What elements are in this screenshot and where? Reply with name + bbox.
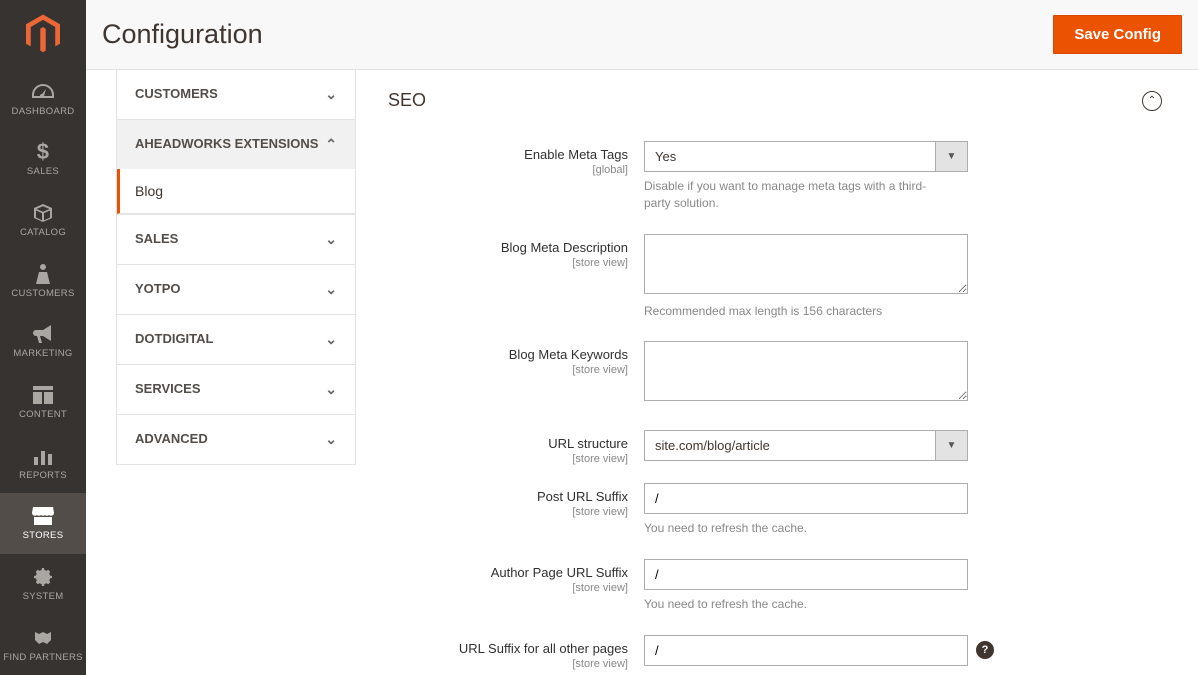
label-blog-meta-keywords: Blog Meta Keywords	[388, 347, 628, 362]
config-form: SEO ⌃ Enable Meta Tags [global] Yes ▼ Di…	[388, 70, 1198, 675]
nav-marketing[interactable]: MARKETING	[0, 311, 86, 372]
dropdown-toggle-icon: ▼	[936, 430, 968, 461]
config-tab-aheadworks[interactable]: AHEADWORKS EXTENSIONS ⌃	[117, 120, 355, 169]
input-author-page-url-suffix[interactable]	[644, 559, 968, 590]
person-icon	[36, 263, 50, 285]
scope-enable-meta-tags: [global]	[388, 164, 628, 176]
scope-blog-meta-keywords: [store view]	[388, 364, 628, 376]
config-section-advanced: ADVANCED ⌄	[117, 415, 355, 464]
nav-reports[interactable]: REPORTS	[0, 432, 86, 493]
note-enable-meta-tags: Disable if you want to manage meta tags …	[644, 178, 948, 212]
collapse-section-button[interactable]: ⌃	[1142, 91, 1162, 111]
box-icon	[33, 202, 53, 224]
config-tab-sales[interactable]: SALES ⌄	[117, 215, 355, 264]
chevron-up-icon: ⌃	[325, 136, 337, 153]
nav-system[interactable]: SYSTEM	[0, 554, 86, 615]
chevron-down-icon: ⌄	[325, 86, 337, 103]
field-blog-meta-description: Blog Meta Description [store view] Recom…	[388, 234, 1162, 334]
save-config-button[interactable]: Save Config	[1053, 15, 1182, 54]
page-header: Configuration Save Config	[86, 0, 1198, 70]
nav-dashboard[interactable]: DASHBOARD	[0, 68, 86, 129]
magento-logo[interactable]	[0, 0, 86, 68]
bullhorn-icon	[33, 323, 53, 345]
field-url-suffix-other: URL Suffix for all other pages [store vi…	[388, 635, 1162, 670]
section-header-row: SEO ⌃	[388, 90, 1162, 111]
note-author-page-url-suffix: You need to refresh the cache.	[644, 596, 948, 613]
chevron-down-icon: ⌄	[325, 281, 337, 298]
scope-post-url-suffix: [store view]	[388, 506, 628, 518]
scope-url-structure: [store view]	[388, 453, 628, 465]
scope-url-suffix-other: [store view]	[388, 658, 628, 670]
chevron-down-icon: ⌄	[325, 381, 337, 398]
field-blog-meta-keywords: Blog Meta Keywords [store view]	[388, 341, 1162, 404]
config-section-customers: CUSTOMERS ⌄	[117, 70, 355, 120]
chevron-down-icon: ⌄	[325, 431, 337, 448]
admin-sidebar: DASHBOARD $ SALES CATALOG CUSTOMERS MARK…	[0, 0, 86, 675]
textarea-blog-meta-keywords[interactable]	[644, 341, 968, 401]
label-enable-meta-tags: Enable Meta Tags	[388, 147, 628, 162]
field-author-page-url-suffix: Author Page URL Suffix [store view] You …	[388, 559, 1162, 627]
textarea-blog-meta-description[interactable]	[644, 234, 968, 294]
handshake-icon	[32, 627, 54, 649]
config-section-dotdigital: DOTDIGITAL ⌄	[117, 315, 355, 365]
chevron-down-icon: ⌄	[325, 331, 337, 348]
bars-icon	[34, 445, 52, 467]
scope-author-page-url-suffix: [store view]	[388, 582, 628, 594]
config-tab-dotdigital[interactable]: DOTDIGITAL ⌄	[117, 315, 355, 364]
dollar-icon: $	[37, 141, 50, 163]
dropdown-toggle-icon: ▼	[936, 141, 968, 172]
layout-icon	[33, 384, 53, 406]
config-tabs: CUSTOMERS ⌄ AHEADWORKS EXTENSIONS ⌃ Blog…	[116, 70, 356, 465]
config-tab-services[interactable]: SERVICES ⌄	[117, 365, 355, 414]
gear-icon	[33, 566, 53, 588]
select-url-structure[interactable]: site.com/blog/article ▼	[644, 430, 968, 461]
config-subtab-blog[interactable]: Blog	[117, 169, 355, 214]
select-enable-meta-tags[interactable]: Yes ▼	[644, 141, 968, 172]
field-post-url-suffix: Post URL Suffix [store view] You need to…	[388, 483, 1162, 551]
config-section-services: SERVICES ⌄	[117, 365, 355, 415]
nav-sales[interactable]: $ SALES	[0, 129, 86, 190]
field-url-structure: URL structure [store view] site.com/blog…	[388, 430, 1162, 465]
input-url-suffix-other[interactable]	[644, 635, 968, 666]
page-title: Configuration	[102, 19, 1053, 50]
gauge-icon	[32, 81, 54, 103]
help-icon[interactable]: ?	[976, 641, 994, 659]
nav-find-partners[interactable]: FIND PARTNERS	[0, 614, 86, 675]
input-post-url-suffix[interactable]	[644, 483, 968, 514]
label-blog-meta-description: Blog Meta Description	[388, 240, 628, 255]
nav-catalog[interactable]: CATALOG	[0, 190, 86, 251]
config-tab-yotpo[interactable]: YOTPO ⌄	[117, 265, 355, 314]
note-blog-meta-description: Recommended max length is 156 characters	[644, 303, 948, 320]
config-tab-customers[interactable]: CUSTOMERS ⌄	[117, 70, 355, 119]
nav-content[interactable]: CONTENT	[0, 372, 86, 433]
chevron-down-icon: ⌄	[325, 231, 337, 248]
label-author-page-url-suffix: Author Page URL Suffix	[388, 565, 628, 580]
scope-blog-meta-description: [store view]	[388, 257, 628, 269]
label-url-structure: URL structure	[388, 436, 628, 451]
field-enable-meta-tags: Enable Meta Tags [global] Yes ▼ Disable …	[388, 141, 1162, 226]
config-section-sales: SALES ⌄	[117, 215, 355, 265]
config-section-aheadworks: AHEADWORKS EXTENSIONS ⌃ Blog	[117, 120, 355, 215]
label-url-suffix-other: URL Suffix for all other pages	[388, 641, 628, 656]
config-tab-advanced[interactable]: ADVANCED ⌄	[117, 415, 355, 464]
nav-stores[interactable]: STORES	[0, 493, 86, 554]
note-post-url-suffix: You need to refresh the cache.	[644, 520, 948, 537]
config-section-yotpo: YOTPO ⌄	[117, 265, 355, 315]
section-title-seo: SEO	[388, 90, 1142, 111]
label-post-url-suffix: Post URL Suffix	[388, 489, 628, 504]
storefront-icon	[32, 505, 54, 527]
nav-customers[interactable]: CUSTOMERS	[0, 250, 86, 311]
